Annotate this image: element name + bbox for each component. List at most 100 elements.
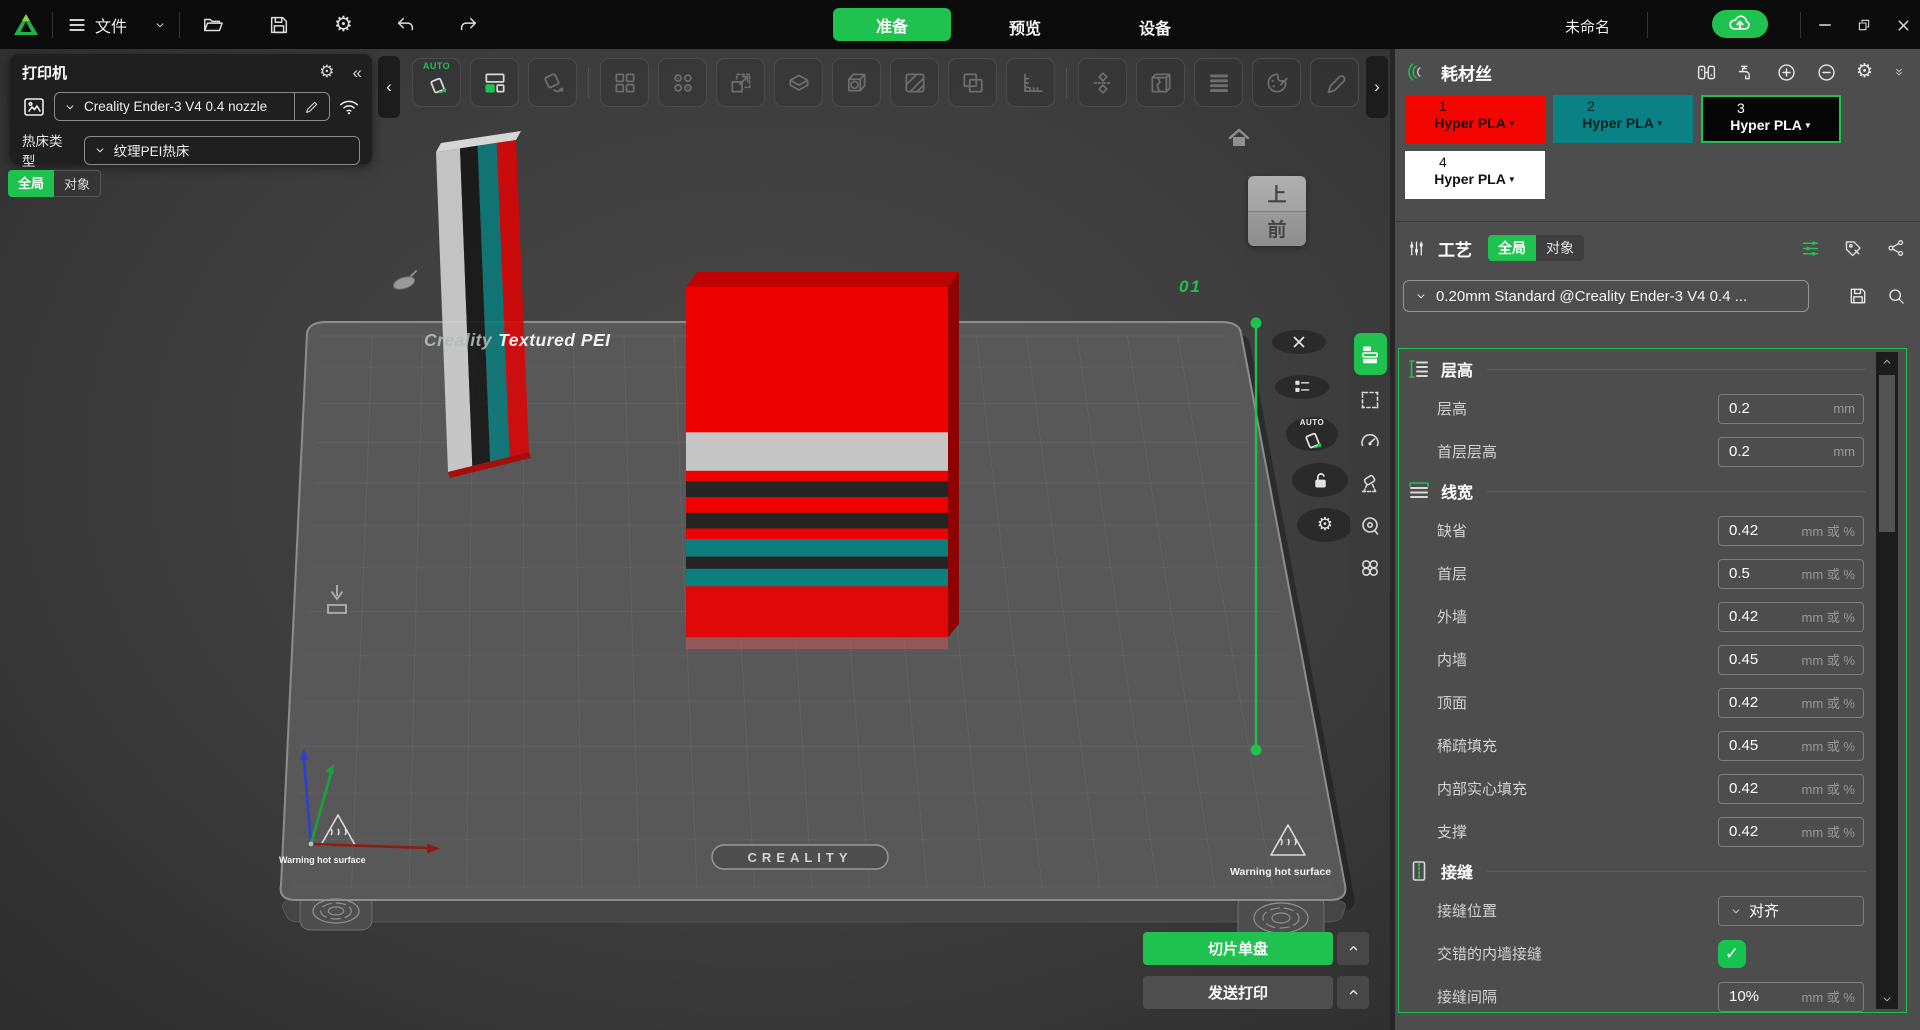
param-input[interactable]: 0.5mm 或 % xyxy=(1718,559,1864,589)
scroll-down-button[interactable] xyxy=(1876,989,1898,1009)
flush-icon[interactable] xyxy=(1736,62,1757,83)
orientation-top-label[interactable]: 上 xyxy=(1248,176,1306,212)
tab-device[interactable]: 设备 xyxy=(1139,15,1171,39)
toolbar-button-arrange[interactable] xyxy=(470,58,519,107)
rail-turntable-button[interactable] xyxy=(1354,509,1386,543)
toolbar-button-auto-orient[interactable]: AUTO xyxy=(412,58,461,107)
toolbar-button-pen[interactable] xyxy=(1310,58,1359,107)
file-menu-expand[interactable] xyxy=(141,18,179,32)
share-icon[interactable] xyxy=(1886,238,1906,258)
section-header-接缝[interactable]: 接缝 xyxy=(1399,853,1872,889)
search-params-icon[interactable] xyxy=(1886,286,1906,306)
float-object-list-button[interactable] xyxy=(1275,375,1329,399)
param-checkbox[interactable]: ✓ xyxy=(1718,940,1746,968)
toolbar-button-support-paint[interactable] xyxy=(890,58,939,107)
float-settings-button[interactable]: ⚙ xyxy=(1297,508,1353,542)
redo-button[interactable] xyxy=(437,14,499,36)
send-options-button[interactable] xyxy=(1337,976,1369,1009)
window-restore-button[interactable] xyxy=(1851,12,1877,38)
edit-printer-button[interactable] xyxy=(294,93,329,120)
filament-name[interactable]: Hyper PLA▼ xyxy=(1405,171,1545,187)
param-input[interactable]: 0.42mm 或 % xyxy=(1718,688,1864,718)
param-input[interactable]: 0.42mm 或 % xyxy=(1718,774,1864,804)
toolbar-button-boolean[interactable] xyxy=(948,58,997,107)
settings-icon[interactable]: ⚙ xyxy=(1856,62,1873,82)
scope-object-tab[interactable]: 对象 xyxy=(54,170,101,197)
toolbar-button-split-parts[interactable] xyxy=(658,58,707,107)
toolbar-button-hole-cube[interactable] xyxy=(832,58,881,107)
open-file-button[interactable] xyxy=(180,14,246,36)
param-input[interactable]: 10%mm 或 % xyxy=(1718,982,1864,1012)
orientation-front-label[interactable]: 前 xyxy=(1248,212,1306,247)
bed-type-select[interactable]: 纹理PEI热床 xyxy=(84,136,360,165)
filament-slot-1[interactable]: 1 Hyper PLA▼ xyxy=(1405,95,1545,143)
float-lock-open-button[interactable] xyxy=(1292,463,1348,497)
filament-slot-4[interactable]: 4 Hyper PLA▼ xyxy=(1405,151,1545,199)
orientation-cube[interactable]: 上 前 xyxy=(1248,176,1306,246)
section-header-层高[interactable]: 层高 xyxy=(1399,351,1872,387)
add-icon[interactable] xyxy=(1776,62,1797,83)
process-scope-global-tab[interactable]: 全局 xyxy=(1488,235,1536,261)
window-minimize-button[interactable] xyxy=(1812,12,1838,38)
filament-slot-3[interactable]: 3 Hyper PLA▼ xyxy=(1701,95,1841,143)
scrollbar[interactable] xyxy=(1876,352,1898,1009)
window-close-button[interactable] xyxy=(1890,12,1916,38)
tab-preview[interactable]: 预览 xyxy=(1009,15,1041,39)
tab-prepare[interactable]: 准备 xyxy=(833,8,951,41)
preset-select[interactable]: 0.20mm Standard @Creality Ender-3 V4 0.4… xyxy=(1403,280,1809,312)
param-input[interactable]: 0.45mm 或 % xyxy=(1718,731,1864,761)
collapse-panel-icon[interactable]: « xyxy=(353,63,360,83)
param-level-icon[interactable] xyxy=(1800,238,1821,259)
home-view-button[interactable] xyxy=(1226,127,1252,156)
toolbar-button-lay-flat[interactable] xyxy=(528,58,577,107)
stamp-icon[interactable] xyxy=(1843,238,1864,259)
file-menu[interactable]: 文件 xyxy=(53,13,141,37)
scrollbar-thumb[interactable] xyxy=(1879,375,1895,532)
wifi-icon[interactable] xyxy=(338,96,360,118)
printer-settings-icon[interactable]: ⚙ xyxy=(319,64,334,81)
filament-name[interactable]: Hyper PLA▼ xyxy=(1703,117,1839,133)
rail-speed-gauge-button[interactable] xyxy=(1354,425,1386,459)
save-button[interactable] xyxy=(246,14,312,36)
process-scope-object-tab[interactable]: 对象 xyxy=(1536,235,1584,261)
toolbar-button-split-objects[interactable] xyxy=(600,58,649,107)
scope-global-tab[interactable]: 全局 xyxy=(8,170,54,197)
printer-select[interactable]: Creality Ender-3 V4 0.4 nozzle xyxy=(54,92,330,121)
slice-plate-button[interactable]: 切片单盘 xyxy=(1143,932,1333,965)
filament-name[interactable]: Hyper PLA▼ xyxy=(1553,115,1693,131)
rail-spotlight-button[interactable] xyxy=(1354,467,1386,501)
remove-icon[interactable] xyxy=(1816,62,1837,83)
rail-marquee-select-button[interactable] xyxy=(1354,383,1386,417)
filament-slot-2[interactable]: 2 Hyper PLA▼ xyxy=(1553,95,1693,143)
rail-parameter-table-button[interactable] xyxy=(1354,333,1387,375)
toolbar-collapse-left[interactable]: ‹ xyxy=(378,56,400,118)
toolbar-button-text-3d[interactable] xyxy=(1194,58,1243,107)
param-input[interactable]: 0.2mm xyxy=(1718,394,1864,424)
toolbar-button-color-paint[interactable] xyxy=(1252,58,1301,107)
save-preset-icon[interactable] xyxy=(1848,286,1868,306)
toolbar-button-measure[interactable] xyxy=(1006,58,1055,107)
undo-button[interactable] xyxy=(375,14,437,36)
param-input[interactable]: 0.45mm 或 % xyxy=(1718,645,1864,675)
section-header-线宽[interactable]: 线宽 xyxy=(1399,473,1872,509)
collapse-icon[interactable] xyxy=(1892,65,1906,79)
scroll-up-button[interactable] xyxy=(1876,352,1898,372)
toolbar-button-mirror[interactable] xyxy=(1078,58,1127,107)
toolbar-expand-right[interactable]: › xyxy=(1366,56,1388,118)
sync-icon[interactable] xyxy=(1696,62,1717,83)
viewport-3d[interactable]: CrealityTextured PEICREALITYWarning hot … xyxy=(0,49,1390,1030)
toolbar-button-crack-cube[interactable] xyxy=(1136,58,1185,107)
toolbar-button-scale[interactable] xyxy=(716,58,765,107)
printer-image-icon[interactable] xyxy=(22,95,46,119)
settings-button[interactable]: ⚙ xyxy=(312,14,375,35)
slice-options-button[interactable] xyxy=(1337,932,1369,965)
param-input[interactable]: 0.42mm 或 % xyxy=(1718,602,1864,632)
rail-clover-button[interactable] xyxy=(1354,551,1386,585)
filament-name[interactable]: Hyper PLA▼ xyxy=(1405,115,1545,131)
upload-cloud-button[interactable] xyxy=(1712,10,1768,38)
param-input[interactable]: 0.42mm 或 % xyxy=(1718,817,1864,847)
send-print-button[interactable]: 发送打印 xyxy=(1143,976,1333,1009)
param-input[interactable]: 0.42mm 或 % xyxy=(1718,516,1864,546)
param-select[interactable]: 对齐 xyxy=(1718,896,1864,926)
param-input[interactable]: 0.2mm xyxy=(1718,437,1864,467)
